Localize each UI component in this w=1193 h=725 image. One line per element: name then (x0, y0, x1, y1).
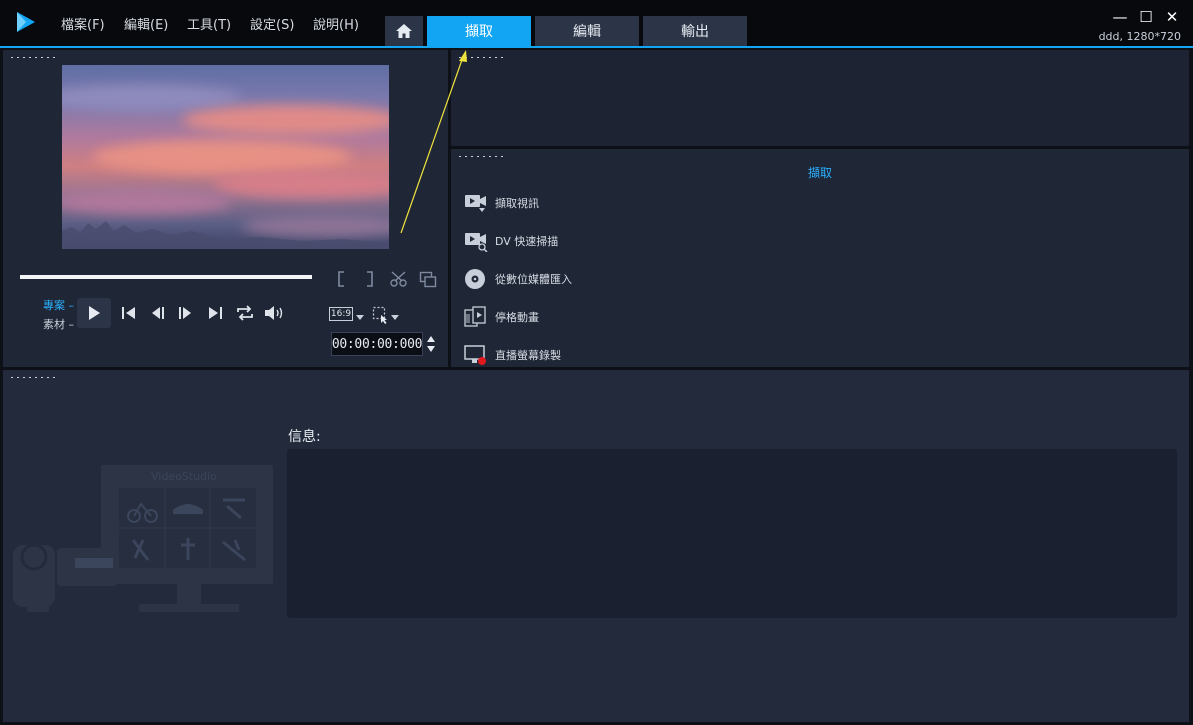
play-icon (89, 306, 100, 320)
preview-window[interactable] (62, 65, 389, 249)
next-frame-icon[interactable] (175, 304, 195, 322)
volume-icon[interactable] (263, 304, 285, 322)
capture-video-option[interactable]: 擷取視訊 (464, 189, 864, 217)
timeline-scrubber[interactable] (20, 275, 312, 279)
aspect-ratio-select[interactable]: 16:9 (329, 307, 353, 321)
videostudio-watermark-illustration (13, 465, 273, 612)
watermark-title: VideoStudio (151, 470, 217, 483)
title-bar: 檔案(F) 編輯(E) 工具(T) 設定(S) 說明(H) 擷取 編輯 輸出 —… (0, 0, 1193, 46)
close-button[interactable]: ✕ (1163, 8, 1181, 26)
menu-help[interactable]: 說明(H) (313, 14, 359, 33)
home-icon (396, 24, 412, 38)
screen-record-icon (464, 345, 486, 365)
scissors-icon[interactable] (389, 270, 409, 288)
go-to-end-icon[interactable] (205, 304, 225, 322)
capture-options-panel: 擷取 擷取視訊 DV 快速掃描 從數位媒體匯入 停格動畫 直播螢幕錄製 (451, 149, 1189, 367)
capture-video-icon (465, 195, 486, 212)
stop-motion-option[interactable]: 停格動畫 (464, 303, 864, 331)
panel-grip[interactable] (457, 155, 503, 158)
minimize-button[interactable]: — (1111, 8, 1129, 26)
dv-scan-icon (465, 233, 488, 252)
tab-capture[interactable]: 擷取 (427, 16, 531, 46)
stop-motion-icon (464, 306, 486, 327)
dv-quick-scan-option[interactable]: DV 快速掃描 (464, 227, 864, 255)
tab-output[interactable]: 輸出 (643, 16, 747, 46)
chevron-down-icon (391, 315, 399, 320)
mark-in-icon[interactable] (336, 270, 346, 288)
treeline-silhouette (62, 221, 389, 249)
menu-edit[interactable]: 編輯(E) (124, 14, 168, 33)
go-to-start-icon[interactable] (119, 304, 139, 322)
timecode-stepper[interactable] (426, 334, 436, 354)
library-panel (451, 50, 1189, 146)
repeat-icon[interactable] (234, 304, 256, 322)
maximize-button[interactable]: ☐ (1137, 8, 1155, 26)
info-label: 信息: (288, 429, 321, 445)
capture-header: 擷取 (807, 166, 832, 180)
mark-out-icon[interactable] (365, 270, 375, 288)
player-panel: 專案 – 素材 – 16:9 00:00:00:000 (3, 50, 448, 367)
menu-tools[interactable]: 工具(T) (187, 14, 231, 33)
import-digital-media-option[interactable]: 從數位媒體匯入 (464, 265, 864, 293)
panel-grip[interactable] (9, 376, 55, 379)
menu-file[interactable]: 檔案(F) (61, 14, 105, 33)
panel-grip[interactable] (457, 56, 503, 59)
info-panel: VideoStudio 信息: (3, 370, 1189, 722)
tab-underline (0, 46, 1193, 48)
panel-grip[interactable] (9, 56, 55, 59)
play-button[interactable] (77, 298, 111, 328)
mode-project[interactable]: 專案 – (43, 297, 74, 313)
disc-import-icon (465, 269, 485, 289)
tab-home[interactable] (385, 16, 423, 46)
enlarge-preview-icon[interactable] (419, 271, 437, 288)
info-message-box (287, 449, 1177, 618)
smart-proxy-icon[interactable] (372, 306, 390, 324)
videostudio-logo-icon[interactable] (14, 10, 38, 34)
mode-clip[interactable]: 素材 – (43, 316, 74, 332)
menu-settings[interactable]: 設定(S) (250, 14, 294, 33)
project-info: ddd, 1280*720 (1098, 30, 1181, 43)
tab-edit[interactable]: 編輯 (535, 16, 639, 46)
previous-frame-icon[interactable] (148, 304, 168, 322)
chevron-down-icon (356, 315, 364, 320)
live-screen-capture-option[interactable]: 直播螢幕錄製 (464, 341, 864, 369)
timecode-field[interactable]: 00:00:00:000 (331, 332, 423, 356)
